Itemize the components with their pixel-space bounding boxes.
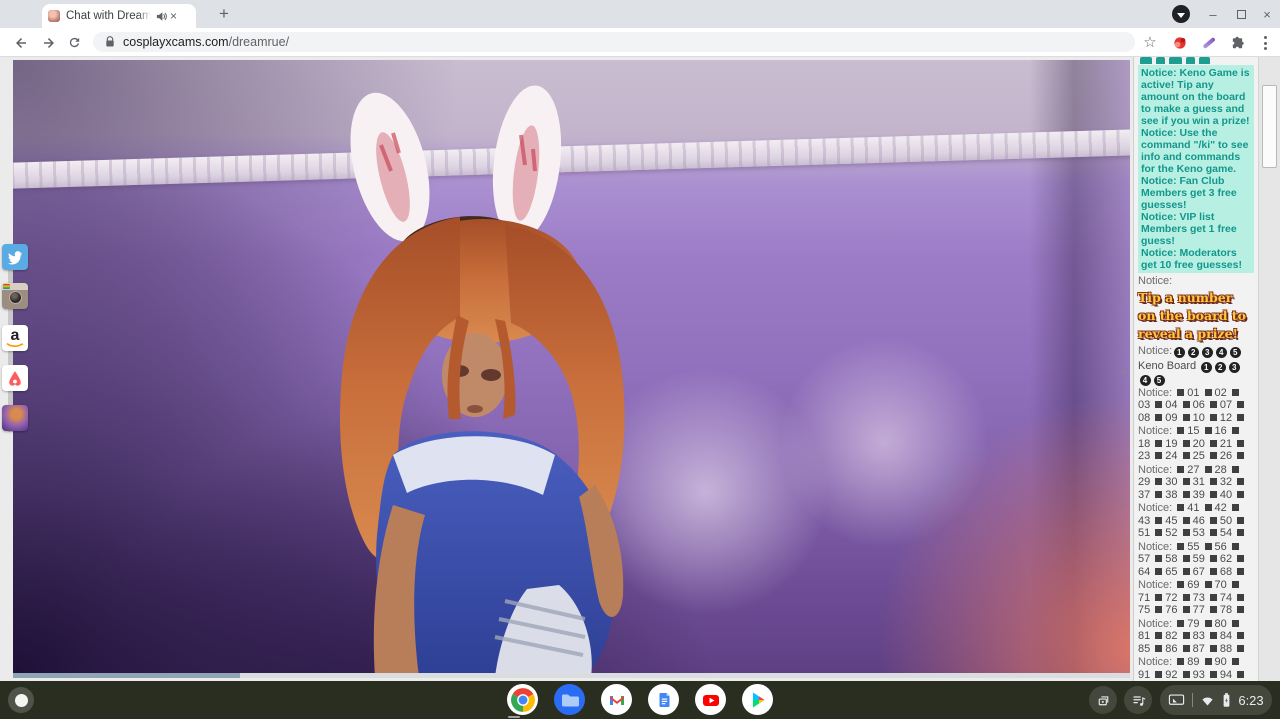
chat-collapse-handle[interactable]: « [1121, 367, 1127, 378]
keno-notice: Notice: Keno Game is active! Tip any amo… [1141, 67, 1251, 127]
chevron-down-icon [1177, 13, 1185, 18]
tab-title: Chat with Dreamrue in a Live [66, 9, 154, 24]
keno-board-row: Notice:89 90 91 92 93 94 95 96 97 99 [1138, 656, 1254, 681]
keno-notice: Notice: Use the command "/ki" to see inf… [1141, 127, 1251, 175]
performer-figure [243, 85, 803, 677]
keno-board-row: Notice:69 70 71 72 73 74 75 76 77 78 [1138, 579, 1254, 617]
keno-board-circled-numbers: Keno Board 12345 [1138, 360, 1254, 386]
active-app-indicator [508, 716, 520, 718]
play-store-app-icon[interactable] [742, 684, 773, 715]
restore-icon [1237, 10, 1246, 19]
launcher-icon [15, 694, 28, 707]
tab-close-icon[interactable]: × [170, 10, 177, 22]
new-tab-button[interactable]: + [212, 3, 236, 25]
tip-banner-text: Tip a number on the board to reveal a pr… [1138, 289, 1254, 343]
airbnb-icon[interactable] [2, 365, 28, 391]
browser-toolbar: cosplayxcams.com/dreamrue/ ☆ [0, 28, 1280, 57]
keno-board-row: Notice:41 42 43 45 46 50 51 52 53 54 [1138, 502, 1254, 540]
chat-scrollbar[interactable] [1258, 57, 1280, 681]
chrome-app-icon[interactable] [507, 684, 538, 715]
chat-panel: Notice: Keno Game is active! Tip any amo… [1133, 57, 1280, 681]
tab-favicon [48, 10, 60, 22]
status-tray[interactable]: 6:23 [1160, 685, 1272, 715]
keno-board-row: Notice:15 16 18 19 20 21 23 24 25 26 [1138, 425, 1254, 463]
keno-notice: Notice: Moderators get 10 free guesses! [1141, 247, 1251, 271]
clock: 6:23 [1238, 693, 1263, 708]
screen-share-icon [1168, 693, 1185, 707]
close-window-button[interactable]: × [1254, 0, 1280, 28]
media-playlist-button[interactable] [1124, 686, 1152, 714]
extension-red-icon[interactable] [1170, 33, 1190, 53]
files-app-icon[interactable] [554, 684, 585, 715]
browser-tab[interactable]: Chat with Dreamrue in a Live × [42, 4, 196, 28]
keno-notice-box: Notice: Keno Game is active! Tip any amo… [1138, 65, 1254, 273]
page-content: a « Notice: Keno Game is active! Tip any… [0, 57, 1280, 681]
keno-board-row: Notice:27 28 29 30 31 32 37 38 39 40 [1138, 464, 1254, 502]
url-text: cosplayxcams.com/dreamrue/ [123, 35, 289, 49]
horizontal-scrollbar-thumb[interactable] [13, 673, 240, 678]
keno-notice: Notice: VIP list Members get 1 free gues… [1141, 211, 1251, 247]
extension-pen-icon[interactable] [1199, 33, 1219, 53]
keno-notice: Notice: Fan Club Members get 3 free gues… [1141, 175, 1251, 211]
notice-circled-numbers: Notice:12345 [1138, 345, 1254, 358]
lock-icon [105, 36, 115, 48]
amazon-icon[interactable]: a [2, 325, 28, 351]
live-cam-video[interactable] [13, 60, 1130, 677]
tray-divider [1192, 693, 1193, 707]
restore-button[interactable] [1228, 0, 1254, 28]
tab-strip: Chat with Dreamrue in a Live × + – × [0, 0, 1280, 28]
instagram-icon[interactable] [2, 283, 28, 309]
media-controls-button[interactable] [1172, 5, 1190, 23]
youtube-app-icon[interactable] [695, 684, 726, 715]
forward-button[interactable] [40, 34, 57, 51]
back-button[interactable] [12, 34, 29, 51]
reload-button[interactable] [66, 34, 83, 51]
wifi-icon [1200, 694, 1215, 707]
address-bar[interactable]: cosplayxcams.com/dreamrue/ [93, 32, 1135, 52]
keno-board-row: Notice:79 80 81 82 83 84 85 86 87 88 [1138, 618, 1254, 656]
keno-board-row: Notice:55 56 57 58 59 62 64 65 67 68 [1138, 541, 1254, 579]
bookmark-star-button[interactable]: ☆ [1140, 33, 1160, 53]
keno-number-board: Notice:01 02 03 04 06 07 08 09 10 12 Not… [1138, 387, 1254, 682]
launcher-button[interactable] [8, 687, 34, 713]
photo-link-icon[interactable] [2, 405, 28, 431]
notice-label: Notice: [1138, 275, 1254, 288]
clipped-message-fragment [1138, 57, 1254, 64]
browser-menu-button[interactable] [1255, 33, 1275, 53]
extensions-puzzle-icon[interactable] [1227, 33, 1247, 53]
horizontal-scrollbar[interactable] [13, 673, 1130, 678]
chat-scrollbar-thumb[interactable] [1262, 85, 1277, 168]
docs-app-icon[interactable] [648, 684, 679, 715]
minimize-button[interactable]: – [1200, 0, 1226, 28]
keno-board-row: Notice:01 02 03 04 06 07 08 09 10 12 [1138, 387, 1254, 425]
gmail-app-icon[interactable] [601, 684, 632, 715]
tab-audio-icon[interactable] [156, 11, 167, 22]
twitter-icon[interactable] [2, 244, 28, 270]
shelf-apps [507, 684, 773, 715]
desks-button[interactable] [1089, 686, 1117, 714]
battery-icon [1222, 692, 1231, 708]
